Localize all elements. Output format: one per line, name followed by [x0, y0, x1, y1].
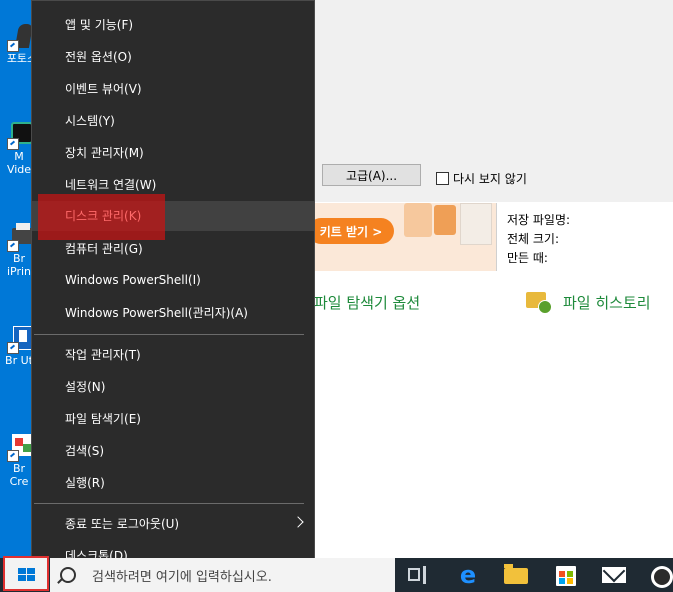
search-icon: [60, 567, 76, 583]
info-line: 만든 때:: [507, 251, 548, 265]
store-icon[interactable]: [556, 566, 576, 586]
shortcut-arrow-icon: [7, 40, 19, 52]
menu-item-run[interactable]: 실행(R): [32, 467, 314, 497]
menu-separator: [34, 334, 304, 335]
explorer-options-link[interactable]: 파일 탐색기 옵션: [314, 292, 420, 313]
menu-item-apps-features[interactable]: 앱 및 기능(F): [32, 9, 314, 39]
start-button[interactable]: [3, 556, 49, 591]
shortcut-arrow-icon: [7, 450, 19, 462]
menu-separator: [34, 503, 304, 504]
dont-show-again-checkbox[interactable]: 다시 보지 않기: [436, 170, 527, 187]
menu-item-label: 종료 또는 로그아웃(U): [65, 516, 180, 531]
menu-item-event-viewer[interactable]: 이벤트 뷰어(V): [32, 73, 314, 103]
menu-item-powershell-admin[interactable]: Windows PowerShell(관리자)(A): [32, 297, 314, 327]
file-info: 저장 파일명: 전체 크기: 만든 때:: [507, 211, 570, 268]
obs-studio-icon[interactable]: [651, 566, 673, 588]
shortcut-arrow-icon: [7, 240, 19, 252]
product-image: [434, 205, 456, 235]
menu-item-device-manager[interactable]: 장치 관리자(M): [32, 137, 314, 167]
banner-button[interactable]: 키트 받기 >: [308, 218, 394, 244]
shortcut-arrow-icon: [7, 342, 19, 354]
search-placeholder: 검색하려면 여기에 입력하십시오.: [92, 569, 272, 585]
checkbox-box[interactable]: [436, 172, 449, 185]
menu-item-disk-management[interactable]: 디스크 관리(K): [32, 200, 232, 230]
product-image: [404, 203, 432, 237]
menu-item-system[interactable]: 시스템(Y): [32, 105, 314, 135]
file-history-icon: [526, 292, 552, 314]
menu-item-search[interactable]: 검색(S): [32, 435, 314, 465]
background-control-panel: [300, 272, 673, 558]
windows-logo-icon: [18, 568, 36, 582]
file-explorer-icon[interactable]: [504, 564, 528, 584]
menu-item-settings[interactable]: 설정(N): [32, 371, 314, 401]
advanced-button[interactable]: 고급(A)...: [322, 164, 421, 186]
file-history-link[interactable]: 파일 히스토리: [563, 292, 651, 313]
menu-item-file-explorer[interactable]: 파일 탐색기(E): [32, 403, 314, 433]
task-view-icon[interactable]: [406, 564, 430, 586]
winx-context-menu: 앱 및 기능(F) 전원 옵션(O) 이벤트 뷰어(V) 시스템(Y) 장치 관…: [31, 0, 315, 578]
chevron-right-icon: [292, 516, 304, 528]
menu-item-powershell[interactable]: Windows PowerShell(I): [32, 265, 314, 295]
shortcut-arrow-icon: [7, 138, 19, 150]
edge-browser-icon[interactable]: e: [456, 563, 480, 587]
mail-icon[interactable]: [602, 564, 626, 586]
ad-banner[interactable]: 키트 받기 >: [300, 203, 496, 271]
divider: [496, 203, 497, 271]
menu-item-shutdown-signout[interactable]: 종료 또는 로그아웃(U): [32, 508, 314, 538]
menu-item-task-manager[interactable]: 작업 관리자(T): [32, 339, 314, 369]
info-line: 전체 크기:: [507, 232, 560, 246]
menu-item-power-options[interactable]: 전원 옵션(O): [32, 41, 314, 71]
product-image: [460, 203, 492, 245]
checkbox-label: 다시 보지 않기: [453, 172, 527, 186]
info-line: 저장 파일명:: [507, 213, 571, 227]
taskbar-search-box[interactable]: 검색하려면 여기에 입력하십시오.: [50, 558, 395, 592]
